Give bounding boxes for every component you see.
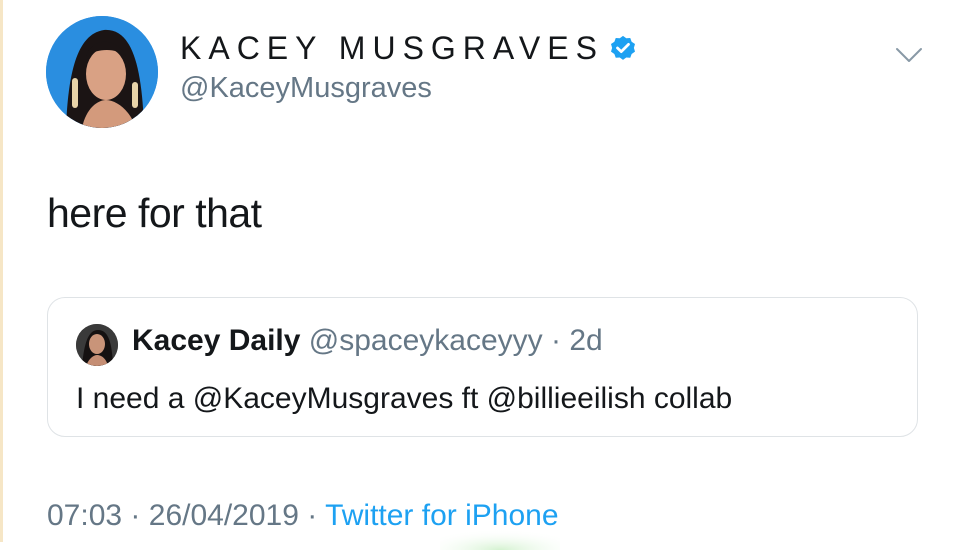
author-avatar[interactable] <box>46 16 158 128</box>
quoted-tweet-text: I need a @KaceyMusgraves ft @billieeilis… <box>76 382 733 415</box>
author-display-name[interactable]: KACEY MUSGRAVES <box>180 30 604 67</box>
author-handle[interactable]: @KaceyMusgraves <box>180 72 432 105</box>
meta-separator: · <box>307 499 318 532</box>
quoted-handle[interactable]: @spaceykaceyyy <box>309 324 543 357</box>
quoted-display-name[interactable]: Kacey Daily <box>132 324 300 357</box>
verified-badge-icon <box>610 35 635 60</box>
quoted-timestamp[interactable]: 2d <box>569 324 602 357</box>
bottom-glow-decoration <box>440 520 560 550</box>
author-name-row: KACEY MUSGRAVES <box>180 30 638 67</box>
quoted-header: Kacey Daily @spaceykaceyyy · 2d <box>132 324 603 358</box>
quoted-tweet-card[interactable]: Kacey Daily @spaceykaceyyy · 2d I need a… <box>47 297 918 437</box>
quoted-author-avatar[interactable] <box>76 324 118 366</box>
quoted-avatar-image <box>76 324 118 366</box>
tweet-text: here for that <box>47 190 262 236</box>
tweet-time[interactable]: 07:03 <box>47 499 122 532</box>
chevron-down-icon[interactable] <box>894 44 924 66</box>
author-avatar-image <box>46 16 158 128</box>
tweet-date[interactable]: 26/04/2019 <box>149 499 299 532</box>
left-edge-strip <box>0 0 3 542</box>
quoted-separator: · <box>551 324 562 357</box>
meta-separator: · <box>130 499 141 532</box>
